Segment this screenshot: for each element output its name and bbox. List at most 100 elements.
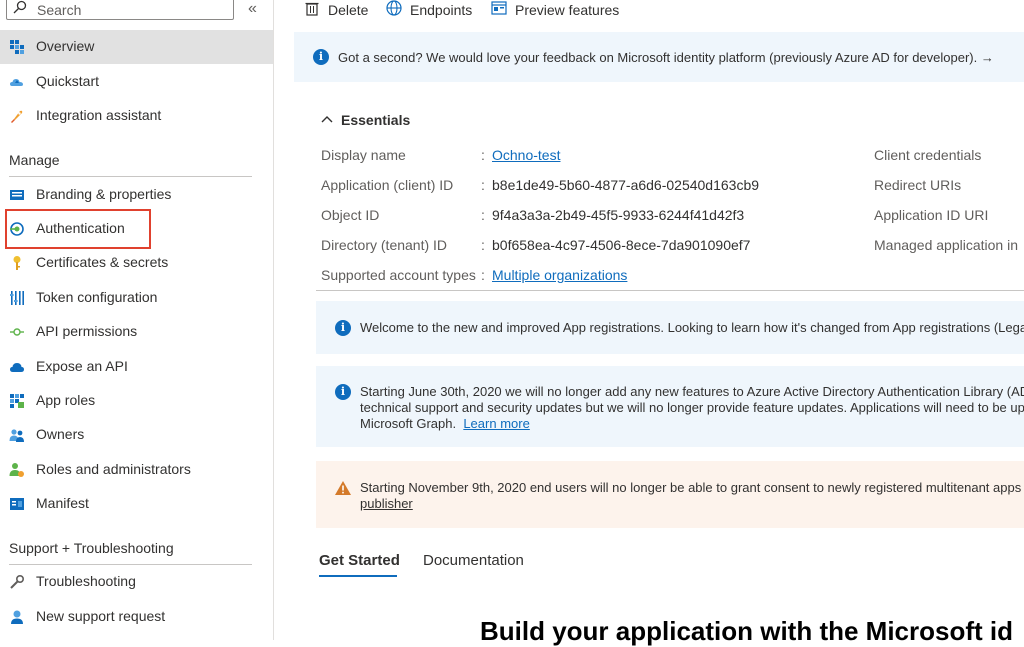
preview-icon (491, 1, 507, 15)
search-placeholder: Search (37, 2, 82, 18)
token-icon (10, 291, 24, 305)
rocket-icon (11, 110, 23, 123)
wrench-icon (10, 574, 25, 589)
sidebar-item-label: Expose an API (36, 358, 128, 374)
preview-features-label: Preview features (515, 2, 620, 18)
sidebar-item-label: Certificates & secrets (36, 254, 169, 270)
api-permissions-icon (10, 328, 24, 336)
tenant-id-value: b0f658ea-4c97-4506-8ece-7da901090ef7 (492, 237, 751, 253)
warning-icon (335, 481, 351, 495)
colon: : (481, 267, 485, 283)
sidebar-item-manifest[interactable]: Manifest (0, 487, 273, 521)
colon: : (481, 207, 485, 223)
essentials-divider (316, 290, 1024, 291)
sidebar-item-label: Roles and administrators (36, 461, 191, 477)
info-icon: i (313, 49, 329, 65)
manifest-icon (10, 498, 24, 510)
key-icon (13, 256, 21, 270)
sidebar-item-new-support-request[interactable]: New support request (0, 600, 273, 634)
tab-get-started[interactable]: Get Started (319, 552, 400, 569)
roles-icon (9, 463, 24, 477)
chevron-up-icon (321, 116, 333, 123)
branding-icon (10, 190, 24, 200)
sidebar-item-overview[interactable]: Overview (0, 30, 273, 64)
welcome-text: Welcome to the new and improved App regi… (360, 320, 1024, 335)
sidebar-item-label: API permissions (36, 323, 138, 339)
endpoints-label: Endpoints (410, 2, 473, 18)
feedback-banner[interactable]: i Got a second? We would love your feedb… (294, 32, 1024, 82)
sidebar-item-integration-assistant[interactable]: Integration assistant (0, 99, 273, 133)
trash-icon (305, 2, 319, 16)
sidebar-item-label: Troubleshooting (36, 573, 136, 589)
authentication-highlight-box (5, 209, 151, 249)
arrow-right-icon: → (980, 50, 994, 65)
feedback-text: Got a second? We would love your feedbac… (338, 50, 994, 65)
sidebar-item-label: Token configuration (36, 289, 158, 305)
quickstart-icon (10, 79, 23, 86)
sidebar-item-label: Owners (36, 426, 85, 442)
search-icon (13, 0, 27, 14)
sidebar-item-branding[interactable]: Branding & properties (0, 178, 273, 212)
app-roles-icon (10, 394, 24, 408)
display-name-label: Display name (321, 147, 406, 163)
publisher-link[interactable]: publisher (360, 496, 413, 512)
learn-more-link[interactable]: Learn more (463, 416, 529, 431)
owners-icon (9, 429, 24, 442)
sidebar-item-label: Integration assistant (36, 107, 162, 123)
overview-icon (10, 40, 24, 54)
sidebar: Search « Overview Quickstart Integration… (0, 0, 274, 640)
warning-banner: Starting November 9th, 2020 end users wi… (316, 461, 1024, 528)
sidebar-item-quickstart[interactable]: Quickstart (0, 65, 273, 99)
delete-label: Delete (328, 2, 369, 18)
sidebar-item-token-configuration[interactable]: Token configuration (0, 281, 273, 315)
info-icon: i (335, 384, 351, 400)
colon: : (481, 177, 485, 193)
sidebar-item-api-permissions[interactable]: API permissions (0, 315, 273, 349)
sidebar-item-label: Manifest (36, 495, 89, 511)
adal-text-line3: Microsoft Graph. Learn more (360, 416, 530, 431)
welcome-banner: i Welcome to the new and improved App re… (316, 301, 1024, 354)
sidebar-item-certificates[interactable]: Certificates & secrets (0, 246, 273, 280)
application-id-uri-label: Application ID URI (874, 207, 989, 223)
support-icon (11, 610, 23, 624)
sidebar-item-label: Branding & properties (36, 186, 172, 202)
collapse-sidebar-button[interactable]: « (248, 0, 257, 18)
colon: : (481, 237, 485, 253)
manage-heading: Manage (9, 152, 60, 168)
client-id-value: b8e1de49-5b60-4877-a6d6-02540d163cb9 (492, 177, 760, 193)
account-types-link[interactable]: Multiple organizations (492, 267, 627, 283)
sidebar-item-owners[interactable]: Owners (0, 418, 273, 452)
sidebar-item-roles-administrators[interactable]: Roles and administrators (0, 453, 273, 487)
sidebar-item-troubleshooting[interactable]: Troubleshooting (0, 565, 273, 599)
warning-text: Starting November 9th, 2020 end users wi… (360, 480, 1024, 495)
sidebar-item-expose-api[interactable]: Expose an API (0, 350, 273, 384)
sidebar-item-label: Quickstart (36, 73, 100, 89)
object-id-value: 9f4a3a3a-2b49-45f5-9933-6244f41d42f3 (492, 207, 745, 223)
managed-application-label: Managed application in (874, 237, 1018, 253)
display-name-link[interactable]: Ochno-test (492, 147, 560, 163)
globe-icon (386, 0, 402, 16)
support-heading: Support + Troubleshooting (9, 540, 174, 556)
section-divider (9, 176, 252, 177)
active-tab-indicator (319, 575, 397, 577)
tenant-id-label: Directory (tenant) ID (321, 237, 448, 253)
client-id-label: Application (client) ID (321, 177, 454, 193)
delete-button[interactable]: Delete (304, 0, 374, 20)
sidebar-item-app-roles[interactable]: App roles (0, 384, 273, 418)
sidebar-item-label: New support request (36, 608, 166, 624)
cloud-icon (10, 363, 24, 372)
client-credentials-label: Client credentials (874, 147, 982, 163)
info-icon: i (335, 320, 351, 336)
account-types-label: Supported account types (321, 267, 476, 283)
preview-features-button[interactable]: Preview features (491, 0, 621, 20)
redirect-uris-label: Redirect URIs (874, 177, 962, 193)
adal-text-line2: technical support and security updates b… (360, 400, 1024, 415)
search-input[interactable]: Search (6, 0, 234, 20)
sidebar-item-label: App roles (36, 392, 96, 408)
sidebar-item-label: Overview (36, 38, 95, 54)
essentials-heading: Essentials (341, 112, 411, 128)
tab-documentation[interactable]: Documentation (423, 552, 524, 569)
endpoints-button[interactable]: Endpoints (386, 0, 476, 20)
object-id-label: Object ID (321, 207, 380, 223)
adal-banner: i Starting June 30th, 2020 we will no lo… (316, 366, 1024, 447)
